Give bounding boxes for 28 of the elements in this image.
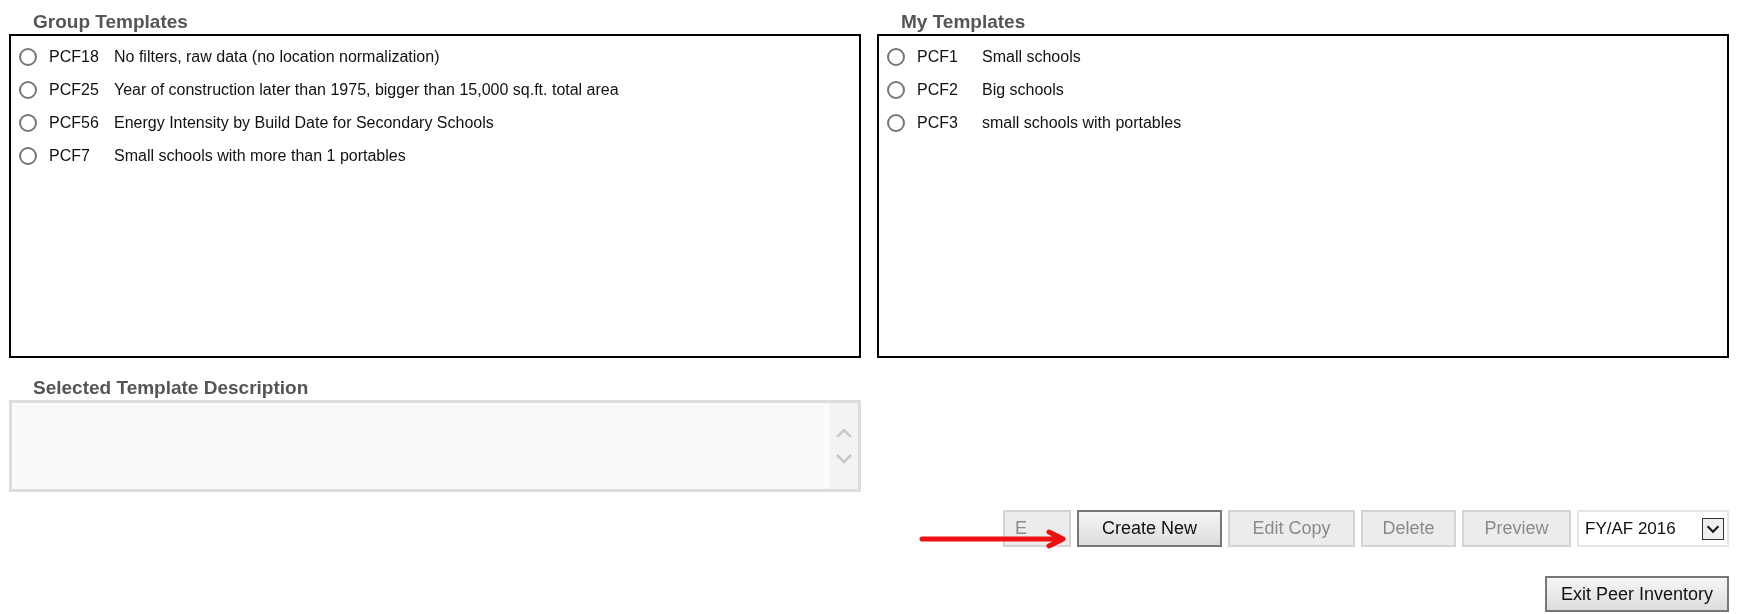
template-code: PCF7 <box>49 145 91 166</box>
template-code: PCF56 <box>49 112 100 133</box>
template-name: Big schools <box>982 79 1064 100</box>
template-code: PCF2 <box>917 79 959 100</box>
template-code: PCF3 <box>917 112 959 133</box>
radio-button[interactable] <box>887 47 905 66</box>
section-title: My Templates <box>900 10 1026 34</box>
radio-button[interactable] <box>19 47 37 66</box>
year-select[interactable]: FY/AF 2016 <box>1577 510 1729 547</box>
description-field[interactable] <box>9 400 861 492</box>
template-name: small schools with portables <box>982 112 1182 133</box>
template-name: Energy Intensity by Build Date for Secondary Schools <box>114 112 494 133</box>
radio-button[interactable] <box>19 80 37 99</box>
template-name: No filters, raw data (no location normalization) <box>114 46 440 67</box>
radio-button[interactable] <box>887 80 905 99</box>
template-code: PCF25 <box>49 79 100 100</box>
template-name: Small schools with more than 1 portables <box>114 145 406 166</box>
template-code: PCF18 <box>49 46 100 67</box>
radio-button[interactable] <box>887 113 905 132</box>
section-title: Group Templates <box>32 10 188 34</box>
radio-button[interactable] <box>19 113 37 132</box>
template-name: Small schools <box>982 46 1081 67</box>
template-name: Year of construction later than 1975, bigger than 15,000 sq.ft. total area <box>114 79 619 100</box>
radio-button[interactable] <box>19 146 37 165</box>
exit-button[interactable]: Exit Peer Inventory <box>1544 576 1729 612</box>
template-code: PCF1 <box>917 46 959 67</box>
action-button[interactable]: Create New <box>1077 510 1222 547</box>
section-title: Selected Template Description <box>32 376 309 400</box>
